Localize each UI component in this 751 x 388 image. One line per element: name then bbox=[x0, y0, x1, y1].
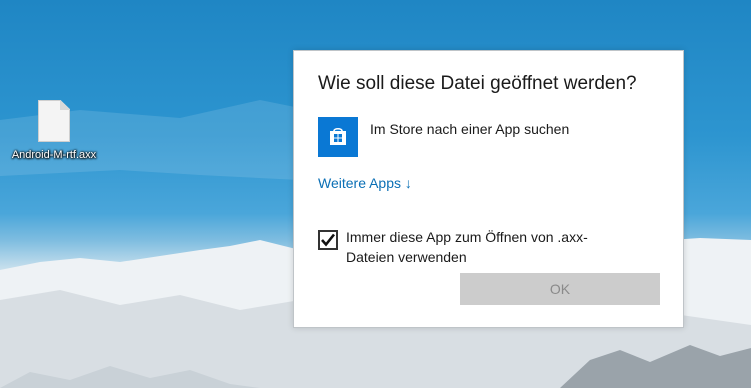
always-use-line1: Immer diese App zum Öffnen von .axx- bbox=[346, 229, 588, 245]
always-use-option[interactable]: Immer diese App zum Öffnen von .axx- Dat… bbox=[318, 227, 616, 267]
desktop-file-label: Android-M-rtf.axx bbox=[11, 149, 97, 161]
store-icon bbox=[318, 117, 358, 157]
ok-button[interactable]: OK bbox=[460, 273, 660, 305]
desktop-file-item[interactable]: Android-M-rtf.axx bbox=[2, 100, 106, 161]
checkmark-icon bbox=[321, 233, 336, 247]
always-use-checkbox[interactable] bbox=[318, 230, 338, 250]
more-apps-link[interactable]: Weitere Apps ↓ bbox=[318, 175, 412, 191]
open-with-dialog: Wie soll diese Datei geöffnet werden? Im… bbox=[293, 50, 684, 328]
store-option[interactable]: Im Store nach einer App suchen bbox=[318, 117, 569, 157]
store-option-label: Im Store nach einer App suchen bbox=[370, 121, 570, 137]
arrow-down-icon: ↓ bbox=[404, 175, 412, 191]
always-use-line2: Dateien verwenden bbox=[346, 249, 467, 265]
always-use-label: Immer diese App zum Öffnen von .axx- Dat… bbox=[346, 227, 616, 267]
dialog-title: Wie soll diese Datei geöffnet werden? bbox=[318, 73, 637, 94]
file-icon bbox=[38, 100, 70, 142]
more-apps-label: Weitere Apps bbox=[318, 175, 402, 191]
